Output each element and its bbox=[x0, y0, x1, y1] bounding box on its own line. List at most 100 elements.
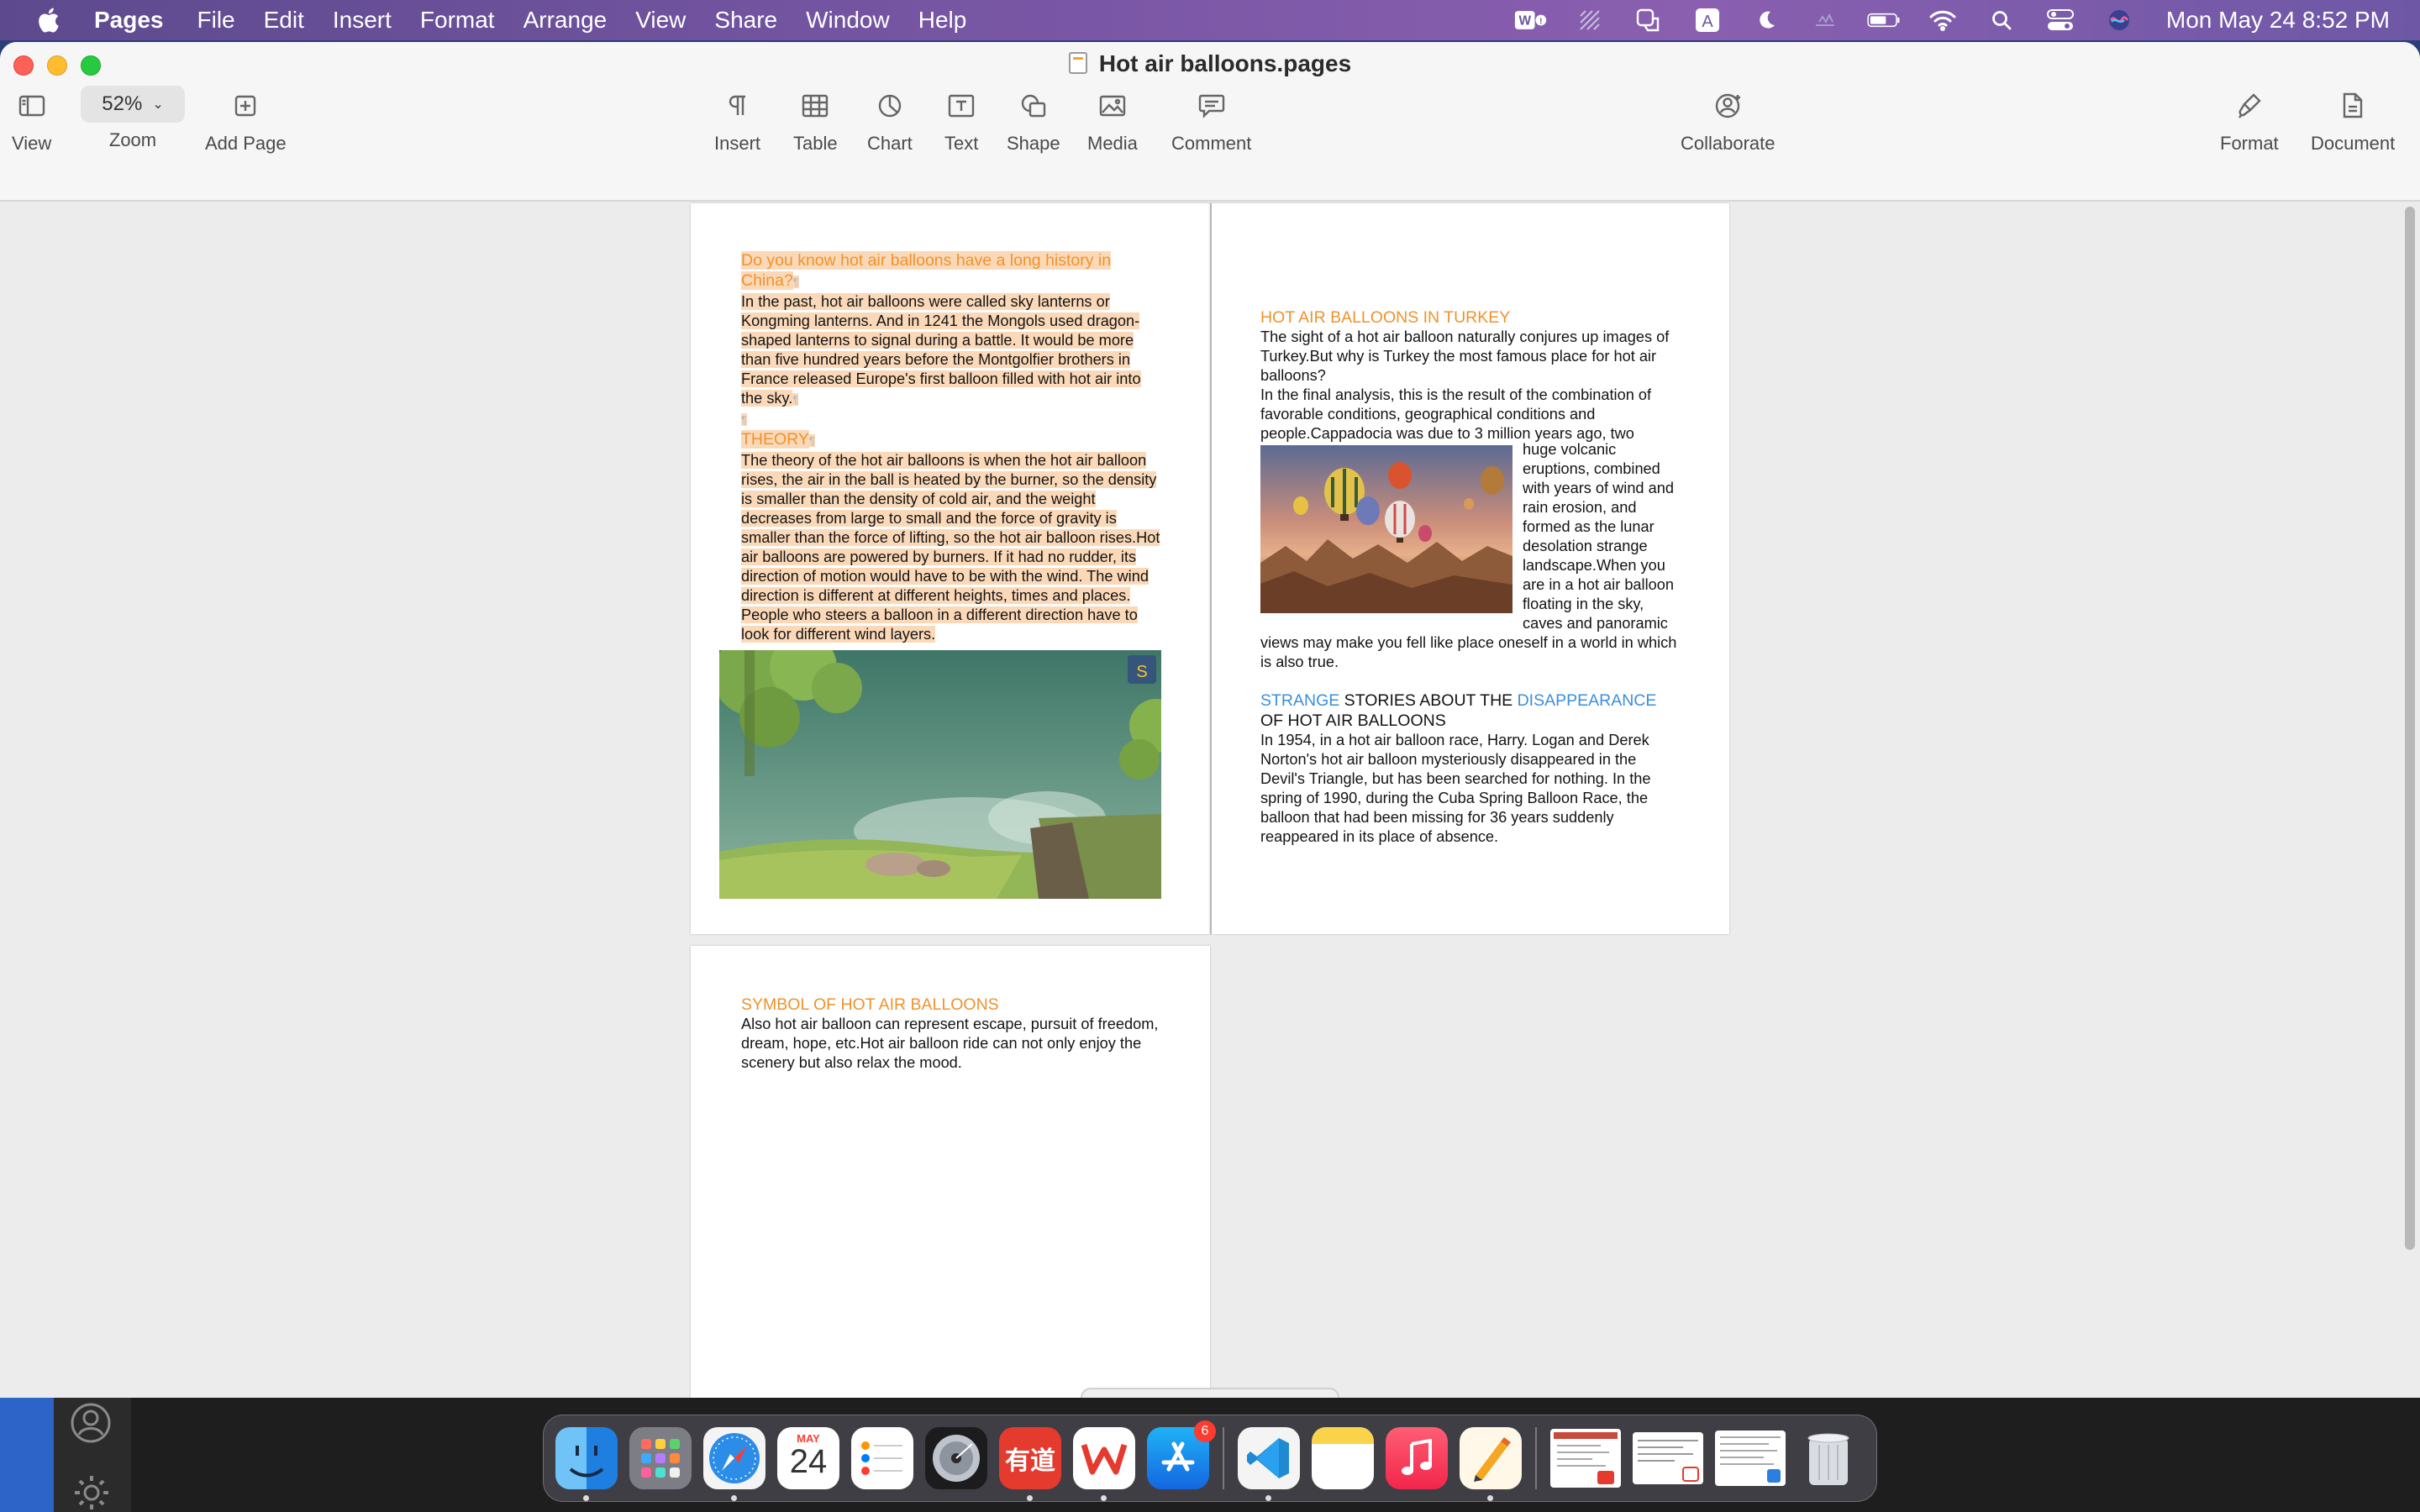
translate-status-icon[interactable] bbox=[1632, 8, 1665, 33]
view-button[interactable]: View bbox=[12, 89, 51, 155]
text-box-button[interactable]: Text bbox=[944, 89, 978, 155]
add-page-button[interactable]: Add Page bbox=[205, 89, 287, 155]
pilcrow-icon bbox=[729, 95, 745, 115]
battery-icon[interactable] bbox=[1867, 8, 1901, 33]
menu-file[interactable]: File bbox=[197, 7, 235, 34]
stories-paragraph[interactable]: In 1954, in a hot air balloon race, Harr… bbox=[1260, 731, 1681, 847]
turkey-paragraph-2-start[interactable]: In the final analysis, this is the resul… bbox=[1260, 386, 1681, 444]
china-history-heading[interactable]: Do you know hot air balloons have a long… bbox=[741, 250, 1161, 292]
comment-button[interactable]: Comment bbox=[1171, 89, 1251, 155]
chart-button[interactable]: Chart bbox=[867, 89, 913, 155]
app-store-app-icon[interactable]: 6 bbox=[1147, 1420, 1216, 1489]
page-3-text[interactable]: SYMBOL OF HOT AIR BALLOONS Also hot air … bbox=[741, 995, 1161, 1073]
collaborate-button[interactable]: Collaborate bbox=[1681, 89, 1776, 155]
document-canvas[interactable]: Do you know hot air balloons have a long… bbox=[0, 203, 2420, 1398]
theory-heading[interactable]: THEORY¶ bbox=[741, 429, 1161, 451]
insert-button[interactable]: Insert bbox=[714, 89, 760, 155]
page-2-text[interactable]: HOT AIR BALLOONS IN TURKEY The sight of … bbox=[1260, 307, 1681, 847]
table-icon bbox=[802, 94, 829, 118]
youdao-app-icon[interactable]: 有道 bbox=[999, 1427, 1061, 1501]
apple-icon[interactable] bbox=[35, 6, 60, 34]
menu-share[interactable]: Share bbox=[714, 7, 777, 34]
input-source-icon[interactable]: A bbox=[1691, 8, 1724, 33]
finder-app-icon[interactable] bbox=[555, 1427, 618, 1501]
account-icon[interactable] bbox=[69, 1401, 113, 1445]
format-button[interactable]: Format bbox=[2220, 89, 2279, 155]
paintbrush-icon bbox=[2238, 93, 2261, 118]
trash-app-icon[interactable] bbox=[1797, 1427, 1860, 1489]
spotlight-search-icon[interactable] bbox=[1985, 8, 2018, 33]
zoom-control[interactable]: 52% ⌄ Zoom bbox=[81, 86, 185, 151]
page-1[interactable]: Do you know hot air balloons have a long… bbox=[691, 203, 1210, 934]
insert-label: Insert bbox=[714, 133, 761, 154]
text-box-icon bbox=[948, 94, 975, 118]
symbol-heading[interactable]: SYMBOL OF HOT AIR BALLOONS bbox=[741, 995, 1161, 1015]
shape-button[interactable]: Shape bbox=[1007, 89, 1060, 155]
stories-heading[interactable]: STRANGE STORIES ABOUT THE DISAPPEARANCE … bbox=[1260, 690, 1681, 731]
calendar-app-icon[interactable]: MAY 24 bbox=[777, 1427, 839, 1489]
menu-help[interactable]: Help bbox=[918, 7, 967, 34]
vertical-scrollbar[interactable] bbox=[2405, 207, 2415, 1250]
cappadocia-balloons-image[interactable] bbox=[1260, 445, 1512, 613]
page-1-text[interactable]: Do you know hot air balloons have a long… bbox=[741, 250, 1161, 644]
turkey-paragraph-2-wrap[interactable]: huge volcanic eruptions, combined with y… bbox=[1523, 440, 1687, 633]
format-label: Format bbox=[2220, 133, 2279, 154]
background-app-sidebar bbox=[54, 1398, 131, 1512]
empty-paragraph[interactable]: ¶ bbox=[741, 409, 1161, 429]
calendar-day: 24 bbox=[789, 1443, 828, 1480]
gear-icon[interactable] bbox=[71, 1472, 113, 1512]
reminders-app-icon[interactable] bbox=[851, 1427, 913, 1489]
menu-bar: Pages File Edit Insert Format Arrange Vi… bbox=[0, 0, 2420, 40]
dock-separator-2 bbox=[1535, 1427, 1537, 1489]
disk-utility-app-icon[interactable] bbox=[925, 1427, 987, 1489]
menu-insert[interactable]: Insert bbox=[333, 7, 392, 34]
menu-window[interactable]: Window bbox=[806, 7, 890, 34]
landscape-image[interactable]: S bbox=[713, 633, 1183, 899]
page-2[interactable]: HOT AIR BALLOONS IN TURKEY The sight of … bbox=[1210, 203, 1729, 934]
symbol-paragraph[interactable]: Also hot air balloon can represent escap… bbox=[741, 1015, 1161, 1073]
moon-icon[interactable] bbox=[1749, 8, 1783, 33]
svg-text:S: S bbox=[1136, 663, 1147, 681]
notes-app-icon[interactable] bbox=[1312, 1427, 1374, 1489]
collaborate-label: Collaborate bbox=[1681, 133, 1776, 154]
media-icon bbox=[1099, 95, 1126, 117]
toolbar: Hot air balloons.pages View 52% ⌄ Zoom A… bbox=[0, 42, 2420, 202]
table-button[interactable]: Table bbox=[793, 89, 838, 155]
menu-arrange[interactable]: Arrange bbox=[523, 7, 608, 34]
turkey-paragraph-1[interactable]: The sight of a hot air balloon naturally… bbox=[1260, 328, 1681, 386]
menu-view[interactable]: View bbox=[635, 7, 686, 34]
minimized-window-3[interactable] bbox=[1715, 1431, 1786, 1486]
zoom-dropdown[interactable]: 52% ⌄ bbox=[81, 86, 185, 123]
wps-status-icon[interactable]: W! bbox=[1514, 8, 1548, 33]
turkey-heading[interactable]: HOT AIR BALLOONS IN TURKEY bbox=[1260, 307, 1681, 328]
launchpad-app-icon[interactable] bbox=[629, 1427, 692, 1489]
siri-icon[interactable] bbox=[2102, 8, 2136, 33]
minimized-window-1[interactable] bbox=[1550, 1429, 1621, 1488]
wifi-icon[interactable] bbox=[1926, 8, 1960, 33]
app-store-badge: 6 bbox=[1194, 1420, 1216, 1442]
media-button[interactable]: Media bbox=[1087, 89, 1138, 155]
menu-edit[interactable]: Edit bbox=[264, 7, 304, 34]
pages-app-icon[interactable] bbox=[1460, 1427, 1522, 1501]
page-3[interactable]: SYMBOL OF HOT AIR BALLOONS Also hot air … bbox=[691, 946, 1210, 1398]
music-app-icon[interactable] bbox=[1386, 1427, 1448, 1489]
minimized-window-2[interactable] bbox=[1633, 1432, 1703, 1484]
cloud-status-icon[interactable] bbox=[1808, 8, 1842, 33]
china-history-paragraph[interactable]: In the past, hot air balloons were calle… bbox=[741, 292, 1161, 409]
comment-icon bbox=[1198, 94, 1224, 118]
menu-app-name[interactable]: Pages bbox=[94, 7, 164, 34]
status-area: W! A Mon May 24 8:52 PM bbox=[1514, 0, 2420, 40]
safari-app-icon[interactable] bbox=[703, 1427, 765, 1501]
document-button[interactable]: Document bbox=[2311, 89, 2395, 155]
wps-office-app-icon[interactable] bbox=[1073, 1427, 1135, 1501]
vscode-app-icon[interactable] bbox=[1238, 1427, 1300, 1501]
word-count-popup[interactable]: 176 words ▲▼ bbox=[1081, 1388, 1339, 1398]
theory-paragraph[interactable]: The theory of the hot air balloons is wh… bbox=[741, 451, 1161, 644]
chart-label: Chart bbox=[867, 133, 913, 154]
dock-separator bbox=[1223, 1427, 1224, 1489]
stripes-status-icon[interactable] bbox=[1573, 8, 1607, 33]
menu-format[interactable]: Format bbox=[420, 7, 495, 34]
menubar-clock[interactable]: Mon May 24 8:52 PM bbox=[2166, 7, 2390, 34]
dock: MAY 24 有道 6 bbox=[543, 1415, 1877, 1502]
control-center-icon[interactable] bbox=[2044, 8, 2077, 33]
